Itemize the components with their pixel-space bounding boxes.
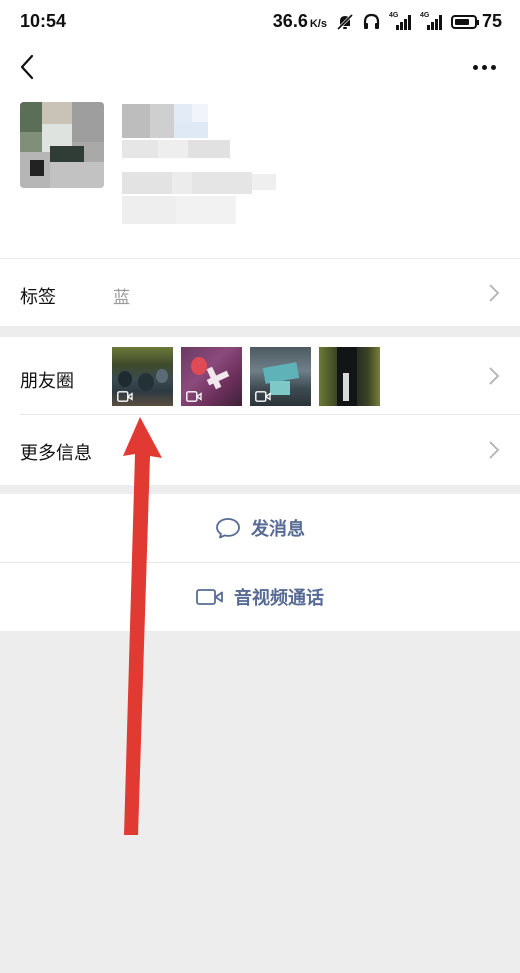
annotation-arrow <box>123 417 162 835</box>
